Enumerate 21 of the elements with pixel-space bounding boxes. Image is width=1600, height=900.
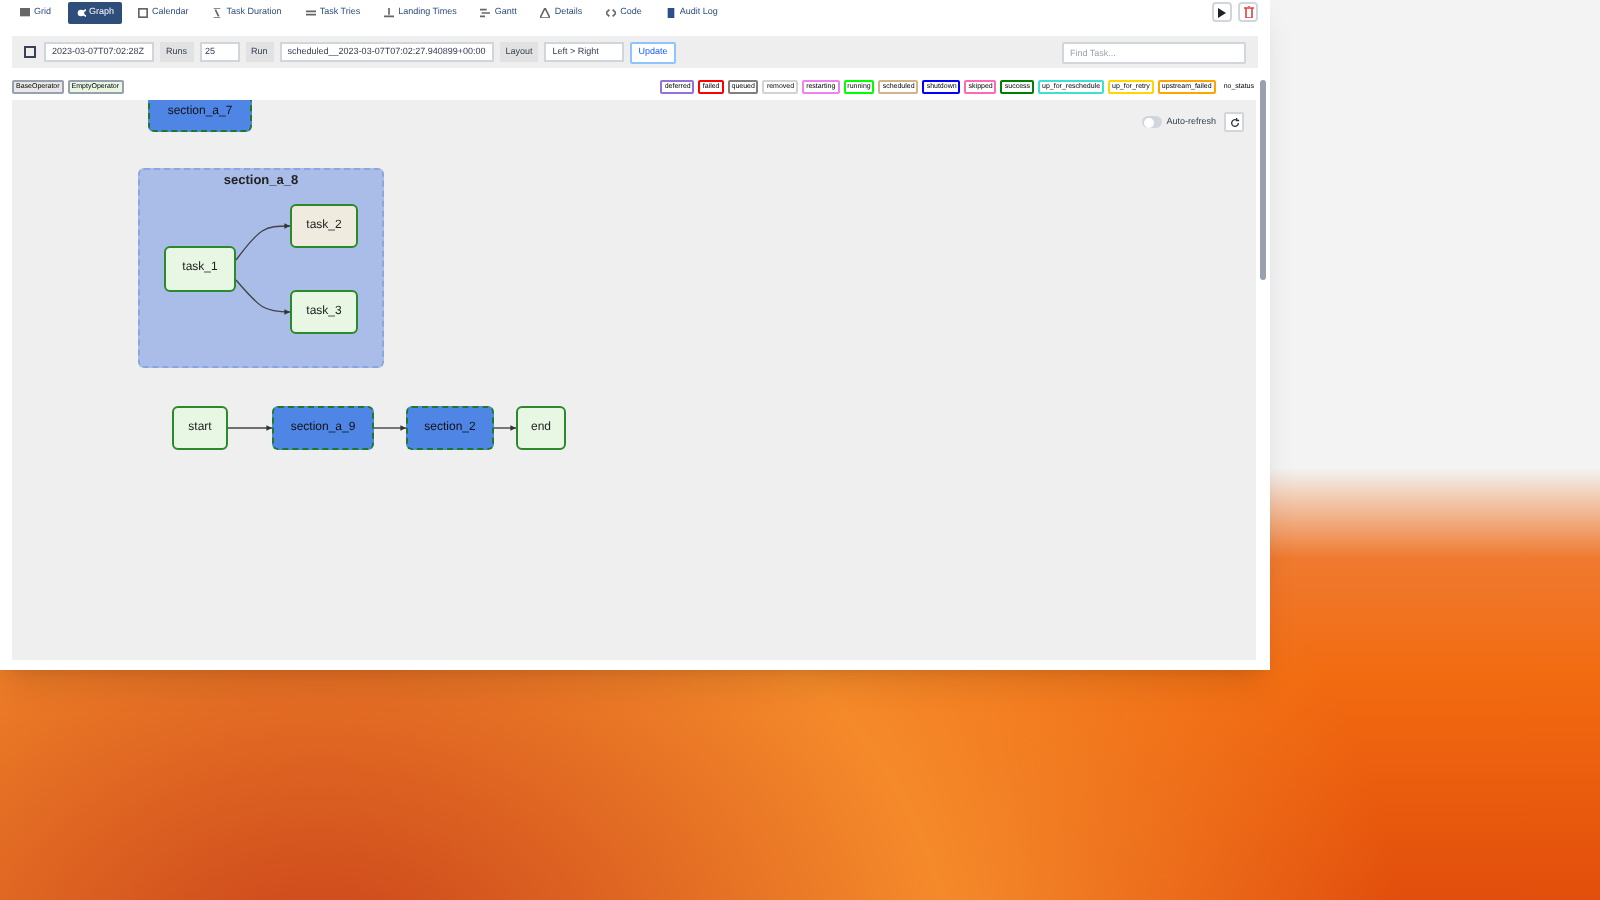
refresh-button[interactable] [1224, 112, 1244, 132]
edge-arrow [373, 425, 407, 431]
log-icon [665, 7, 676, 17]
trigger-button[interactable] [1212, 2, 1232, 22]
edge-arrow [227, 425, 273, 431]
calendar-icon [24, 46, 36, 58]
code-icon [606, 7, 617, 17]
gantt-icon [480, 7, 491, 17]
toggle-switch[interactable] [1142, 116, 1163, 128]
trash-icon [1243, 6, 1253, 18]
edge-arrow [235, 279, 291, 315]
hourglass-icon [212, 7, 223, 17]
edge-arrow [493, 425, 517, 431]
landing-icon [384, 7, 395, 17]
calendar-icon [138, 7, 149, 17]
tries-icon [305, 7, 316, 17]
grid-icon [20, 7, 30, 17]
edge-arrow [235, 223, 291, 261]
details-icon [540, 7, 551, 17]
refresh-icon [1229, 117, 1239, 127]
play-icon [1218, 7, 1226, 17]
